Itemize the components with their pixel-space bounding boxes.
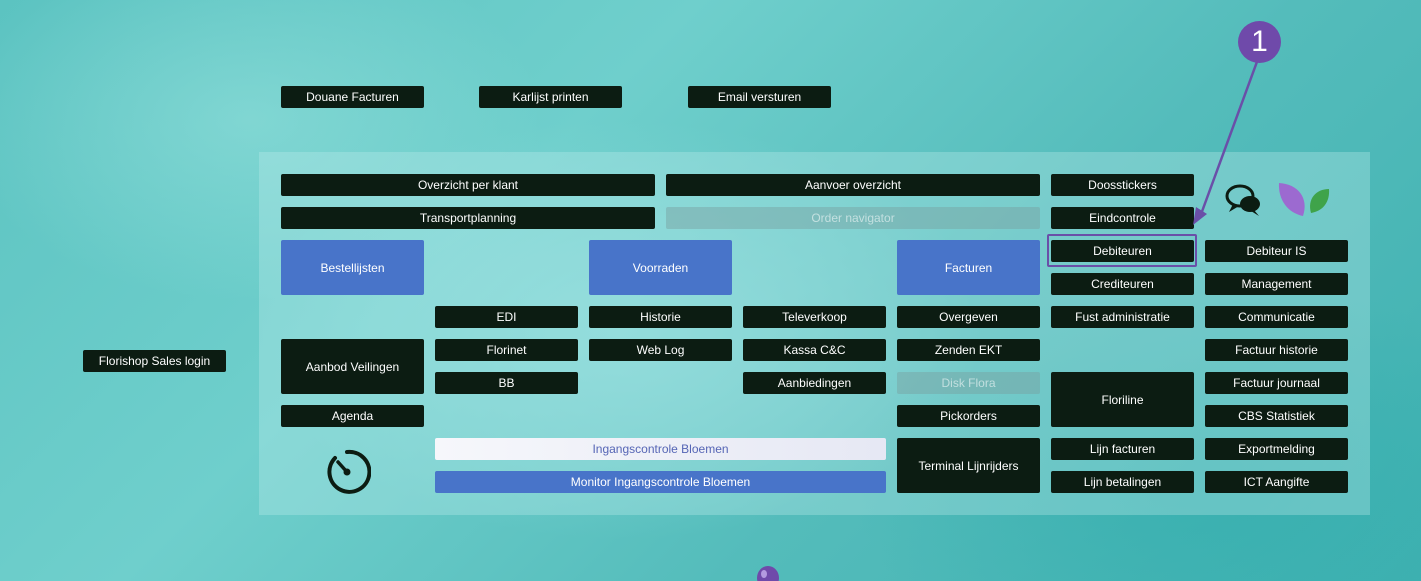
karlijst-printen-button[interactable]: Karlijst printen [479,86,622,108]
historie-button[interactable]: Historie [589,306,732,328]
aanvoer-overzicht-button[interactable]: Aanvoer overzicht [666,174,1040,196]
overgeven-button[interactable]: Overgeven [897,306,1040,328]
factuur-historie-button[interactable]: Factuur historie [1205,339,1348,361]
bb-button[interactable]: BB [435,372,578,394]
timer-icon[interactable] [323,448,371,496]
overzicht-per-klant-button[interactable]: Overzicht per klant [281,174,655,196]
lijn-betalingen-button[interactable]: Lijn betalingen [1051,471,1194,493]
zenden-ekt-button[interactable]: Zenden EKT [897,339,1040,361]
voorraden-button[interactable]: Voorraden [589,240,732,295]
ingangscontrole-bloemen-button[interactable]: Ingangscontrole Bloemen [435,438,886,460]
floriline-button[interactable]: Floriline [1051,372,1194,427]
transportplanning-button[interactable]: Transportplanning [281,207,655,229]
lijn-facturen-button[interactable]: Lijn facturen [1051,438,1194,460]
aanbod-veilingen-button[interactable]: Aanbod Veilingen [281,339,424,394]
cbs-statistiek-button[interactable]: CBS Statistiek [1205,405,1348,427]
step-number-badge: 1 [1238,21,1281,63]
florishop-sales-login-button[interactable]: Florishop Sales login [83,350,226,372]
communicatie-button[interactable]: Communicatie [1205,306,1348,328]
florinet-button[interactable]: Florinet [435,339,578,361]
crediteuren-button[interactable]: Crediteuren [1051,273,1194,295]
agenda-button[interactable]: Agenda [281,405,424,427]
bestellijsten-button[interactable]: Bestellijsten [281,240,424,295]
ict-aangifte-button[interactable]: ICT Aangifte [1205,471,1348,493]
doosstickers-button[interactable]: Doosstickers [1051,174,1194,196]
leaf-logo-icon [1278,183,1330,216]
aanbiedingen-button[interactable]: Aanbiedingen [743,372,886,394]
edi-button[interactable]: EDI [435,306,578,328]
douane-facturen-button[interactable]: Douane Facturen [281,86,424,108]
kassa-cc-button[interactable]: Kassa C&C [743,339,886,361]
terminal-lijnrijders-button[interactable]: Terminal Lijnrijders [897,438,1040,493]
annotation-arrow-icon [1193,58,1260,225]
pickorders-button[interactable]: Pickorders [897,405,1040,427]
disk-flora-button: Disk Flora [897,372,1040,394]
web-log-button[interactable]: Web Log [589,339,732,361]
debiteur-is-button[interactable]: Debiteur IS [1205,240,1348,262]
factuur-journaal-button[interactable]: Factuur journaal [1205,372,1348,394]
facturen-button[interactable]: Facturen [897,240,1040,295]
email-versturen-button[interactable]: Email versturen [688,86,831,108]
debiteuren-highlight-box [1047,234,1197,267]
order-navigator-button: Order navigator [666,207,1040,229]
management-button[interactable]: Management [1205,273,1348,295]
exportmelding-button[interactable]: Exportmelding [1205,438,1348,460]
eindcontrole-button[interactable]: Eindcontrole [1051,207,1194,229]
televerkoop-button[interactable]: Televerkoop [743,306,886,328]
balloon-icon [757,566,779,581]
monitor-ingangscontrole-bloemen-button[interactable]: Monitor Ingangscontrole Bloemen [435,471,886,493]
fust-administratie-button[interactable]: Fust administratie [1051,306,1194,328]
